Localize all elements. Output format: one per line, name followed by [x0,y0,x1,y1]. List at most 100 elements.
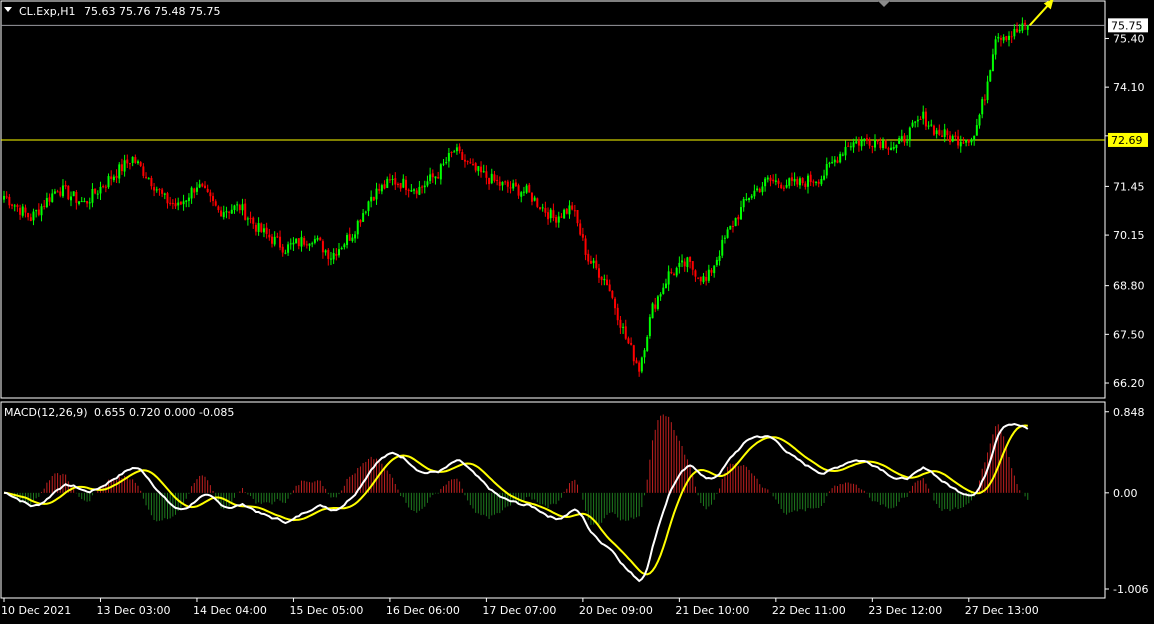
candle-body [619,319,622,328]
candle-body [169,202,172,204]
chart-window[interactable]: 75.40 74.10 71.45 70.15 68.80 67.50 66.20 72.69… [0,0,1154,621]
candle-body [206,188,209,193]
candle-body [721,239,724,256]
candle-body [43,205,46,207]
candle-body [686,257,689,268]
candle-body [737,216,740,220]
candle-body [884,140,887,149]
candle-body [563,209,566,219]
candle-body [145,176,148,178]
candle-body [96,193,99,195]
candle-body [823,175,826,180]
price-tick-label: 74.10 [1113,81,1145,94]
candle-body [477,166,480,172]
candle-body [994,39,997,55]
candle-body [914,121,917,123]
candle-body [935,130,938,134]
candle-body [37,209,40,215]
candle-body [509,187,512,189]
candle-body [340,247,343,250]
candle-body [137,161,139,164]
candle-body [222,212,225,218]
candle-body [439,164,442,180]
candle-body [118,164,121,179]
axis-layer: 75.40 74.10 71.45 70.15 68.80 67.50 66.20 72.69… [1,18,1148,617]
candle-body [268,234,271,238]
candle-body [675,267,678,276]
candle-body [70,196,72,201]
candle-body [782,187,785,189]
candle-body [155,189,158,191]
chart-canvas[interactable]: 75.40 74.10 71.45 70.15 68.80 67.50 66.20 72.69… [0,0,1154,621]
candle-body [59,191,62,196]
candle-body [378,188,381,191]
candle-body [638,362,641,372]
candle-body [713,265,716,274]
candle-body [238,205,241,211]
candle-body [1026,25,1029,30]
candle-body [343,244,346,248]
candle-body [809,174,812,183]
candle-body [938,129,941,135]
candle-body [986,81,989,101]
candle-body [418,186,421,195]
candle-body [831,162,834,164]
candle-body [839,153,842,163]
candle-body [496,179,499,182]
candle-body [13,205,16,207]
candle-body [27,212,30,218]
candle-body [396,183,399,185]
time-tick-label: 20 Dec 09:00 [579,604,653,617]
candle-body [177,202,180,206]
candle-body [190,187,193,199]
candle-body [691,261,694,270]
candle-body [530,192,533,202]
candle-body [525,185,528,193]
candle-body [246,218,249,220]
candle-body [72,191,75,197]
candle-body [1024,22,1027,25]
candle-body [115,175,118,178]
candle-body [311,243,314,245]
candle-body [474,163,477,171]
candle-body [257,223,260,232]
candle-body [544,208,547,213]
candle-body [552,210,555,219]
candle-body [372,197,375,201]
candle-body [383,184,386,189]
candle-body [233,205,236,210]
candle-body [367,201,370,212]
triangle-down-icon[interactable] [4,7,12,12]
candle-body [611,290,614,298]
candle-body [571,205,574,210]
candle-body [289,243,292,245]
candle-body [973,135,976,141]
candle-body [790,177,793,181]
candle-body [466,160,469,162]
candle-body [488,177,491,185]
candle-body [857,140,860,146]
candle-body [94,188,97,194]
candle-body [295,238,298,244]
candle-body [356,220,359,235]
candle-body [606,279,608,286]
candle-body [616,307,619,321]
candle-body [689,256,692,262]
candle-body [522,191,525,193]
candle-body [458,146,461,152]
candle-body [303,238,306,245]
candle-body [702,276,705,283]
candle-body [346,235,349,245]
candle-body [740,207,742,220]
candle-body [943,129,946,137]
candle-body [53,191,56,194]
candle-body [447,152,450,162]
candle-body [171,202,174,205]
candle-body [804,183,807,187]
current-price-label: 75.75 [1111,19,1143,32]
chart-shift-marker-icon[interactable] [878,1,890,7]
candle-body [673,273,675,275]
candle-body [182,201,185,205]
candle-body [817,181,820,184]
candle-body [560,216,563,218]
